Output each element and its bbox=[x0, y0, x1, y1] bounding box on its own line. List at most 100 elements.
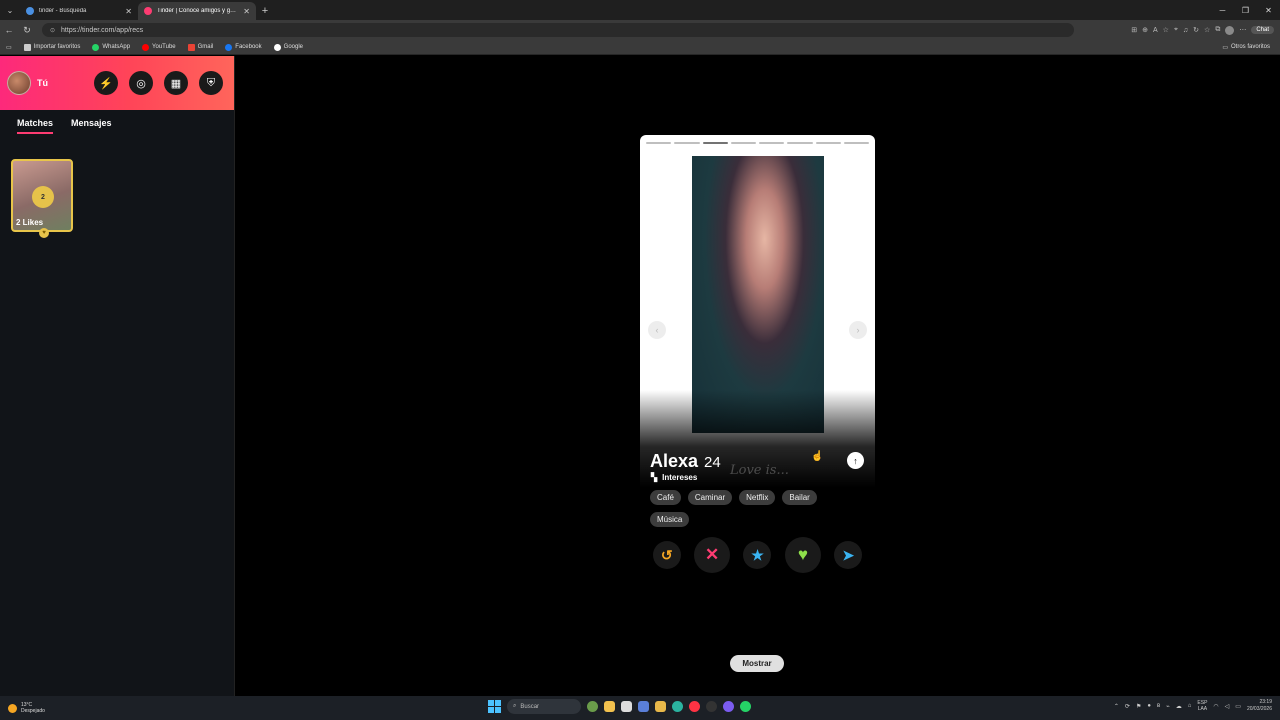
bookmark-import[interactable]: Importar favoritos bbox=[23, 43, 80, 51]
weather-widget[interactable]: 13°C Despejado bbox=[0, 702, 200, 714]
usb-icon[interactable]: ⌁ bbox=[1166, 703, 1170, 710]
super-like-star-icon[interactable]: ★ bbox=[743, 541, 772, 569]
tab-messages[interactable]: Mensajes bbox=[71, 118, 112, 134]
tinder-sidebar: Tú ⚡ ◎ ▦ ⛨ Matches Mensajes 2 2 Likes ♥ bbox=[0, 56, 235, 696]
favorite-star-icon[interactable]: ☆ bbox=[1163, 26, 1169, 34]
refresh-extension-icon[interactable]: ↻ bbox=[1193, 26, 1199, 34]
cloud-icon[interactable]: ☁ bbox=[1176, 703, 1182, 710]
browser-tab-active[interactable]: Tinder | Conoce amigos y gente n... ✕ bbox=[138, 2, 256, 20]
favorites-icon[interactable]: ☆ bbox=[1204, 26, 1210, 34]
photo-progress-segment bbox=[646, 142, 672, 144]
boost-lightning-icon[interactable]: ⚡ bbox=[94, 71, 118, 95]
previous-photo-icon[interactable]: ‹ bbox=[648, 321, 666, 339]
minimize-icon[interactable]: ─ bbox=[1211, 0, 1234, 20]
rewind-icon[interactable]: ↺ bbox=[652, 541, 681, 569]
bookmark-facebook[interactable]: Facebook bbox=[225, 43, 262, 51]
volume-icon[interactable]: ◁ bbox=[1225, 703, 1230, 710]
search-favicon-icon bbox=[26, 7, 34, 15]
bluetooth-icon[interactable]: ʙ bbox=[1157, 703, 1160, 709]
browser-tab-bar: ⌄ tinder - Búsqueda ✕ Tinder | Conoce am… bbox=[0, 0, 1280, 20]
bookmark-label: Gmail bbox=[197, 44, 214, 50]
url-text: https://tinder.com/app/recs bbox=[61, 26, 144, 34]
tab-search-menu-icon[interactable]: ⌄ bbox=[0, 0, 20, 20]
antivirus-icon[interactable]: ⚑ bbox=[1136, 703, 1141, 710]
boost-send-icon[interactable]: ➤ bbox=[834, 541, 863, 569]
tab-matches[interactable]: Matches bbox=[17, 118, 54, 134]
tinder-favicon-icon bbox=[144, 7, 152, 15]
record-icon[interactable]: ● bbox=[1147, 703, 1151, 709]
taskbar-clock[interactable]: 23:19 20/03/2026 bbox=[1247, 699, 1272, 713]
keyboard-language[interactable]: ESP LAA bbox=[1197, 700, 1207, 712]
profile-card[interactable]: ‹ › Alexa 24 Love is... ↑ ▚ Intereses Ca… bbox=[640, 135, 875, 567]
nope-icon[interactable]: ✕ bbox=[694, 537, 731, 573]
whatsapp-taskbar-icon[interactable] bbox=[740, 701, 751, 712]
battery-icon[interactable]: ▭ bbox=[1235, 703, 1241, 710]
clock-time: 23:19 bbox=[1259, 699, 1272, 705]
read-aloud-icon[interactable]: A bbox=[1153, 27, 1158, 34]
window-controls: ─ ❐ ✕ bbox=[1211, 0, 1280, 20]
media-app-icon[interactable] bbox=[706, 701, 717, 712]
site-info-icon[interactable]: ⊙ bbox=[50, 27, 55, 34]
close-tab-icon[interactable]: ✕ bbox=[125, 7, 132, 16]
folder-icon: ▭ bbox=[1222, 44, 1228, 51]
more-menu-icon[interactable]: ⋯ bbox=[1239, 26, 1246, 34]
folder-app-icon[interactable] bbox=[655, 701, 666, 712]
show-hidden-icons[interactable]: ⌃ bbox=[1114, 703, 1119, 710]
collections-icon[interactable]: ⧉ bbox=[1215, 26, 1220, 34]
my-profile-label[interactable]: Tú bbox=[37, 78, 48, 88]
taskbar-search[interactable]: ⌕ Buscar bbox=[507, 699, 581, 714]
open-profile-info-icon[interactable]: ↑ bbox=[847, 452, 864, 469]
whatsapp-icon bbox=[92, 43, 100, 51]
next-photo-icon[interactable]: › bbox=[849, 321, 867, 339]
network-icon[interactable]: ⌂ bbox=[1188, 703, 1192, 709]
url-field[interactable]: ⊙ https://tinder.com/app/recs bbox=[42, 23, 1074, 37]
bookmark-label: WhatsApp bbox=[102, 44, 131, 50]
sun-weather-icon bbox=[8, 703, 17, 713]
location-icon[interactable]: ⌖ bbox=[1174, 26, 1178, 34]
bookmark-gmail[interactable]: Gmail bbox=[187, 43, 214, 51]
reload-icon[interactable]: ↻ bbox=[18, 25, 36, 36]
close-tab-icon[interactable]: ✕ bbox=[243, 7, 250, 16]
lang-layout: LAA bbox=[1197, 706, 1208, 712]
likes-you-card[interactable]: 2 2 Likes ♥ bbox=[11, 159, 73, 238]
file-explorer-icon[interactable] bbox=[604, 701, 615, 712]
back-icon[interactable]: ← bbox=[0, 25, 18, 35]
wifi-icon[interactable]: ◠ bbox=[1213, 703, 1218, 710]
new-tab-icon[interactable]: + bbox=[256, 2, 274, 20]
browser-tab[interactable]: tinder - Búsqueda ✕ bbox=[20, 2, 138, 20]
profile-avatar[interactable] bbox=[1225, 25, 1235, 35]
like-heart-icon[interactable]: ♥ bbox=[784, 537, 821, 573]
photo-progress-segment bbox=[702, 142, 728, 144]
copilot-chat-button[interactable]: Chat bbox=[1251, 26, 1274, 34]
edge-browser-icon[interactable] bbox=[672, 701, 683, 712]
windows-start-icon[interactable] bbox=[488, 700, 501, 713]
gold-heart-icon: ♥ bbox=[39, 228, 49, 238]
hand-cursor-icon: ☝ bbox=[811, 451, 824, 462]
interest-chip: Café bbox=[650, 490, 681, 505]
notifications-icon[interactable]: ♫ bbox=[1183, 27, 1188, 34]
interest-chip: Música bbox=[650, 512, 690, 527]
widgets-icon[interactable] bbox=[587, 701, 598, 712]
briefcase-icon[interactable]: ▦ bbox=[164, 71, 188, 95]
photo-progress-segment bbox=[674, 142, 700, 144]
safety-shield-icon[interactable]: ⛨ bbox=[199, 71, 223, 95]
messenger-icon[interactable] bbox=[723, 701, 734, 712]
bookmark-youtube[interactable]: YouTube bbox=[142, 43, 176, 51]
task-view-icon[interactable] bbox=[621, 701, 632, 712]
bookmark-google[interactable]: Google bbox=[273, 43, 303, 51]
sidebar-toggle-icon[interactable]: ▭ bbox=[6, 44, 12, 51]
restore-icon[interactable]: ❐ bbox=[1234, 0, 1257, 20]
tray-app-icon[interactable]: ⟳ bbox=[1125, 703, 1130, 710]
close-window-icon[interactable]: ✕ bbox=[1257, 0, 1280, 20]
explore-compass-icon[interactable]: ◎ bbox=[129, 71, 153, 95]
zoom-icon[interactable]: ⊕ bbox=[1142, 26, 1148, 34]
address-bar-row: ← ↻ ⊙ https://tinder.com/app/recs ⊞ ⊕ A … bbox=[0, 20, 1280, 40]
store-icon[interactable] bbox=[638, 701, 649, 712]
show-button[interactable]: Mostrar bbox=[730, 655, 784, 672]
bookmark-whatsapp[interactable]: WhatsApp bbox=[92, 43, 131, 51]
translate-icon[interactable]: ⊞ bbox=[1131, 26, 1137, 34]
other-favorites[interactable]: ▭ Otros favoritos bbox=[1222, 44, 1280, 51]
my-profile-avatar[interactable] bbox=[7, 71, 31, 95]
windows-taskbar: 13°C Despejado ⌕ Buscar ⌃ ⟳ ⚑ ● ʙ ⌁ ☁ ⌂ … bbox=[0, 696, 1280, 720]
opera-icon[interactable] bbox=[689, 701, 700, 712]
